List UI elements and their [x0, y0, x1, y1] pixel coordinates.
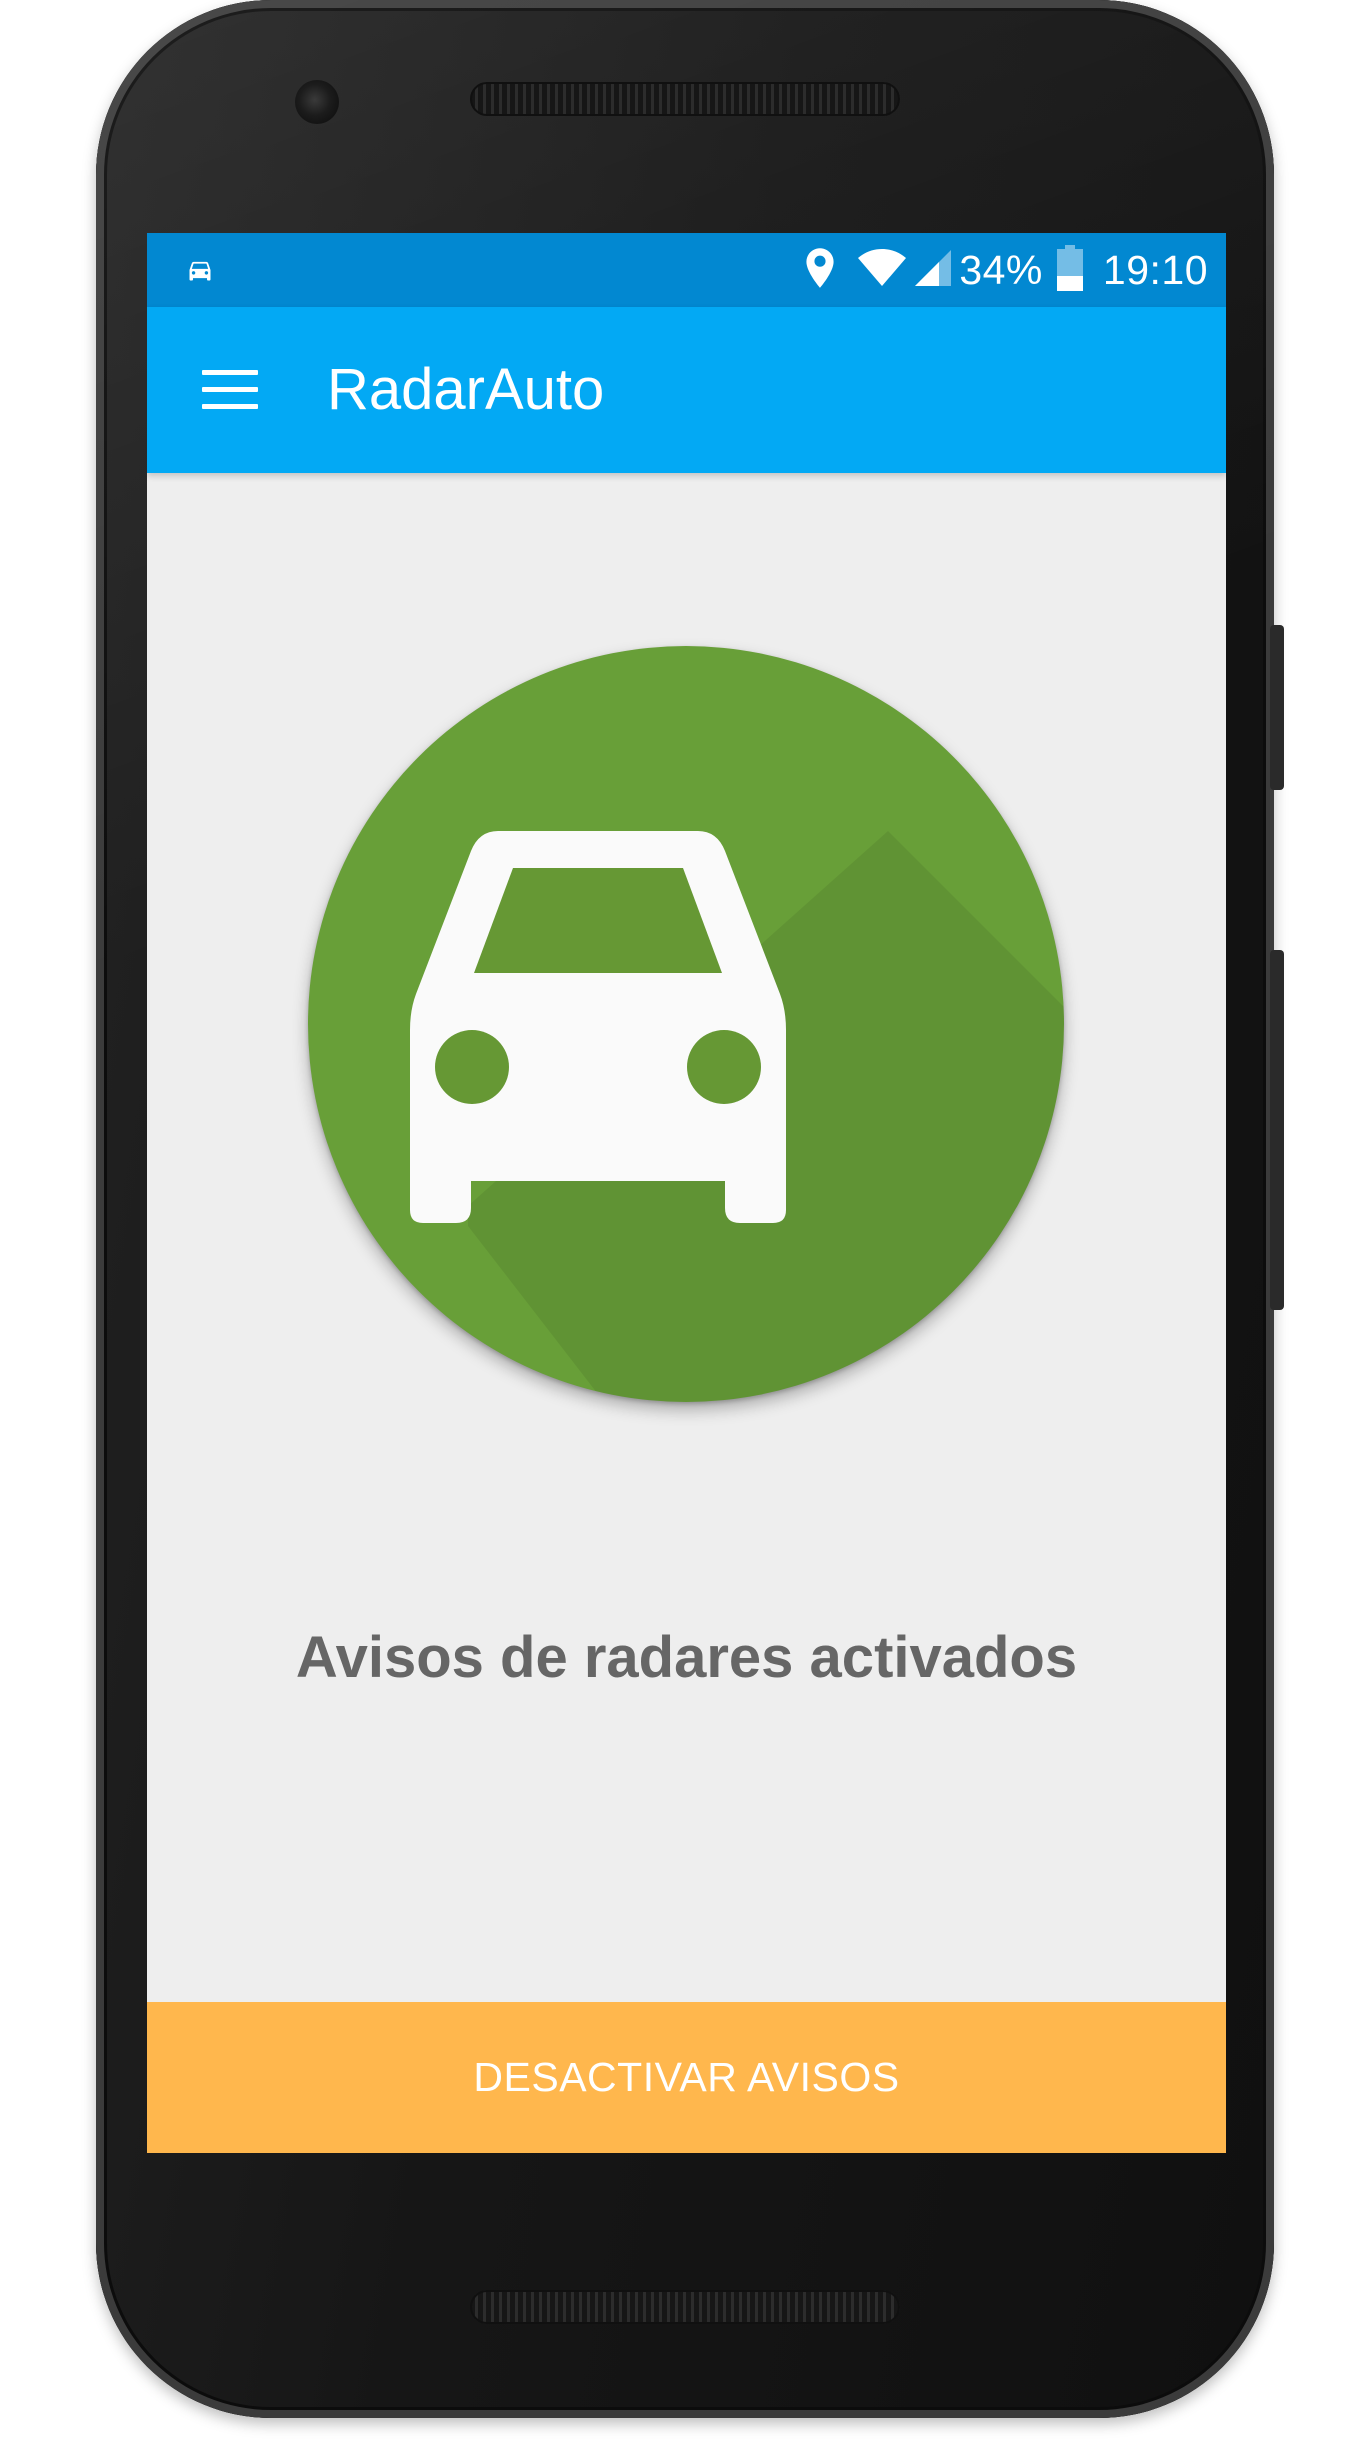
- top-speaker-grille: [470, 82, 900, 116]
- status-bar: 34% 19:10: [147, 233, 1226, 307]
- bottom-speaker-grille: [470, 2290, 900, 2324]
- cell-signal-icon: [915, 249, 952, 291]
- wifi-icon: [857, 248, 907, 292]
- status-message: Avisos de radares activados: [295, 1625, 1078, 1690]
- deactivate-alerts-button[interactable]: DESACTIVAR AVISOS: [147, 2002, 1226, 2153]
- car-notification-icon: [185, 256, 215, 284]
- location-icon: [805, 247, 835, 294]
- status-clock: 19:10: [1102, 247, 1208, 293]
- radar-status-indicator[interactable]: [308, 646, 1064, 1402]
- front-camera: [295, 80, 339, 124]
- car-icon: [410, 831, 1064, 1402]
- hamburger-menu-icon[interactable]: [202, 362, 258, 418]
- battery-percent: 34%: [959, 247, 1043, 293]
- status-icons: 34% 19:10: [805, 233, 1208, 307]
- battery-icon: [1056, 244, 1083, 296]
- power-button: [1270, 625, 1284, 790]
- app-title: RadarAuto: [327, 357, 605, 422]
- app-toolbar: RadarAuto: [147, 307, 1226, 473]
- volume-button: [1270, 950, 1284, 1310]
- app-screen: 34% 19:10 RadarAuto Avisos de radares ac…: [147, 233, 1226, 2153]
